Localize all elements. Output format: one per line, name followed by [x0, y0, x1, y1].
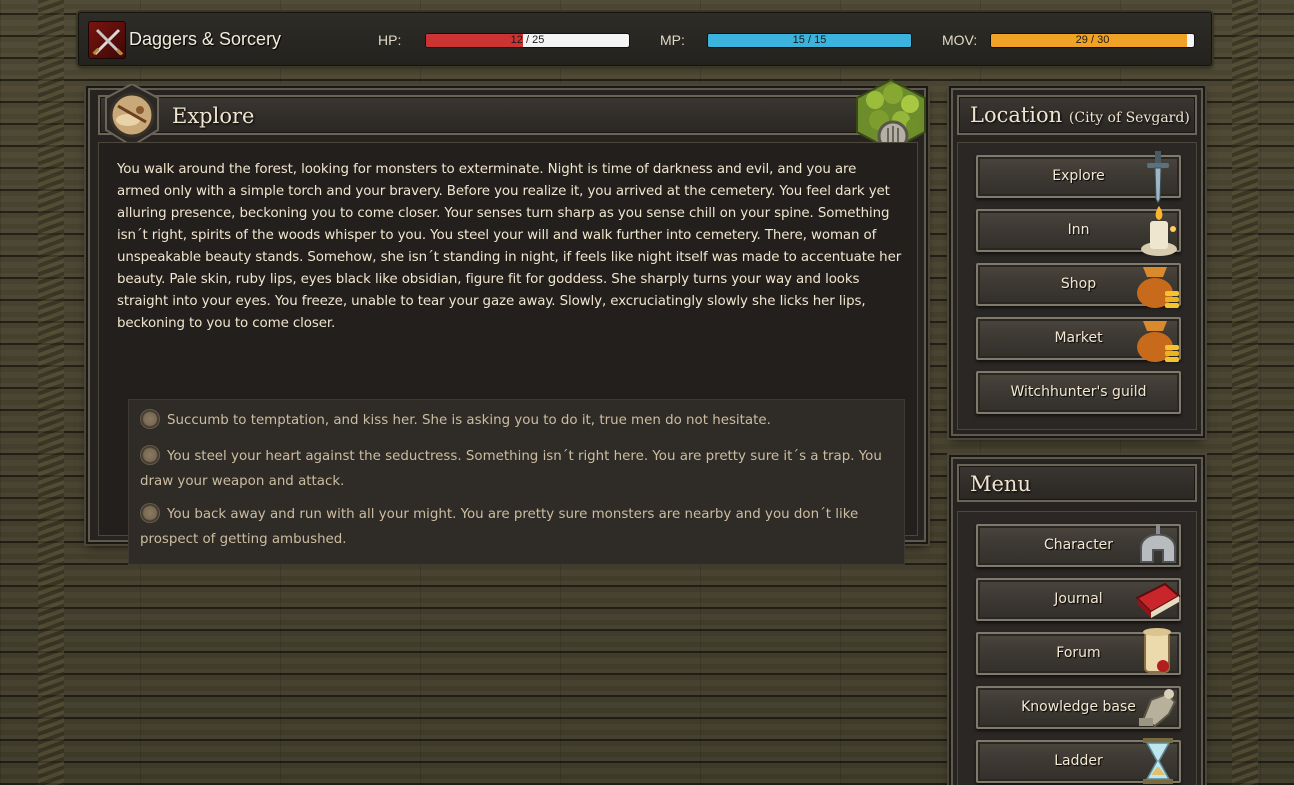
hp-label: HP: [378, 32, 402, 48]
menu-title: Menu [970, 472, 1031, 496]
choice-list: Succumb to temptation, and kiss her. She… [128, 399, 905, 565]
location-list: Explore Inn Shop Market Witchhunter's gu… [957, 142, 1197, 430]
story-container: You walk around the forest, looking for … [98, 142, 918, 565]
mov-value: 29 / 30 [1075, 34, 1110, 46]
gauntlet-icon [1139, 689, 1177, 728]
choice-text-3: You back away and run with all your migh… [140, 507, 859, 547]
menu-knowledge-base-button[interactable]: Knowledge base [976, 686, 1181, 729]
menu-forum-button[interactable]: Forum [976, 628, 1181, 675]
explore-title: Explore [172, 104, 255, 128]
radio-button-2[interactable] [140, 445, 160, 465]
mov-bar: 29 / 30 [990, 33, 1195, 48]
choice-text-2: You steel your heart against the seductr… [140, 449, 882, 489]
location-inn-button[interactable]: Inn [976, 206, 1181, 256]
gold-bag-icon [1137, 321, 1179, 362]
hp-value: 12 / 25 [510, 34, 545, 46]
top-status-bar: Daggers & Sorcery HP: 12 / 25 MP: 15 / 1… [78, 12, 1212, 66]
hp-bar: 12 / 25 [425, 33, 630, 48]
location-title: Location (City of Sevgard) [970, 103, 1190, 127]
menu-ladder-button[interactable]: Ladder [976, 738, 1181, 784]
choice-text-1: Succumb to temptation, and kiss her. She… [167, 413, 771, 428]
helmet-icon [1140, 524, 1176, 563]
crossed-swords-logo-icon[interactable] [88, 21, 126, 59]
mp-value: 15 / 15 [792, 34, 827, 46]
location-witchhunters-guild-label: Witchhunter's guild [1010, 384, 1147, 400]
location-panel-header: Location (City of Sevgard) [957, 95, 1197, 135]
menu-character-button[interactable]: Character [976, 524, 1181, 567]
menu-list: Character Journal Forum Knowledge base L… [957, 511, 1197, 785]
choice-option-3[interactable]: You back away and run with all your migh… [140, 502, 895, 552]
location-place: (City of Sevgard) [1068, 110, 1190, 126]
menu-journal-button[interactable]: Journal [976, 578, 1181, 621]
mov-label: MOV: [942, 32, 978, 48]
location-title-text: Location [970, 103, 1063, 127]
location-shop-button[interactable]: Shop [976, 263, 1181, 308]
choice-option-1[interactable]: Succumb to temptation, and kiss her. She… [140, 408, 895, 433]
app-title[interactable]: Daggers & Sorcery [129, 29, 281, 50]
book-icon [1135, 582, 1181, 618]
menu-panel: Menu Character Journal Forum Knowledge b… [951, 457, 1203, 785]
right-rope-border [1232, 0, 1258, 785]
location-market-button[interactable]: Market [976, 317, 1181, 362]
explore-medallion-icon [105, 84, 159, 146]
location-witchhunters-guild-button[interactable]: Witchhunter's guild [976, 371, 1181, 414]
forest-area-icon [856, 78, 926, 152]
radio-button-3[interactable] [140, 503, 160, 523]
candle-icon [1141, 206, 1177, 256]
location-panel: Location (City of Sevgard) Explore Inn S… [951, 88, 1203, 436]
radio-button-1[interactable] [140, 409, 160, 429]
choice-option-2[interactable]: You steel your heart against the seductr… [140, 444, 895, 494]
scroll-icon [1143, 628, 1171, 673]
mp-bar: 15 / 15 [707, 33, 912, 48]
mp-label: MP: [660, 32, 685, 48]
location-explore-button[interactable]: Explore [976, 151, 1181, 203]
explore-panel-header: Explore [98, 95, 916, 135]
hourglass-icon [1143, 738, 1173, 784]
left-rope-border [38, 0, 64, 785]
gold-bag-icon [1137, 267, 1179, 308]
story-text: You walk around the forest, looking for … [117, 162, 902, 331]
explore-panel: Explore You walk around the forest, look… [88, 78, 926, 565]
menu-panel-header: Menu [957, 464, 1197, 502]
sword-icon [1147, 151, 1169, 203]
